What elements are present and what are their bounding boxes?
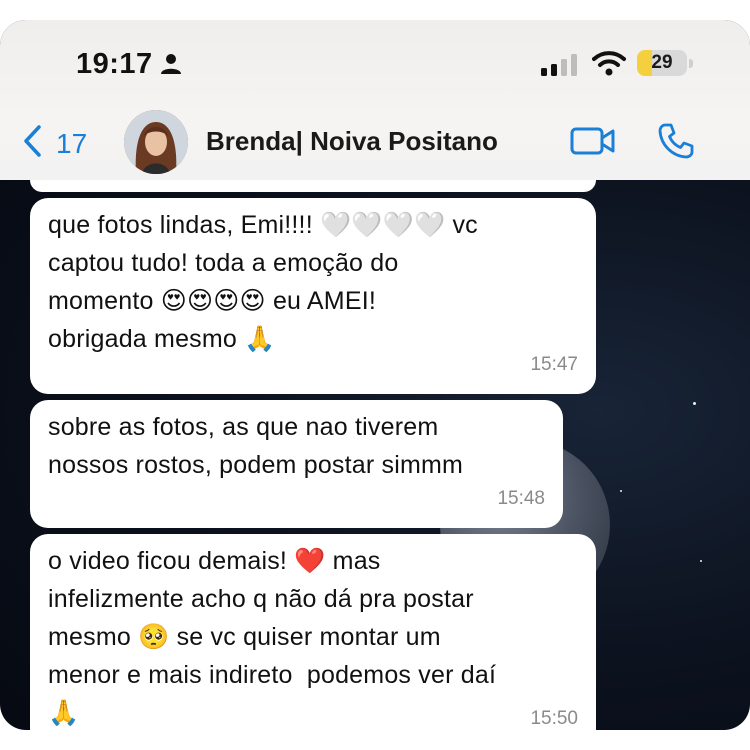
message-text: que fotos lindas, Emi!!!! 🤍🤍🤍🤍 vc captou… [48,211,478,353]
message-text: sobre as fotos, as que nao tiverem nosso… [48,413,464,479]
battery-level: 29 [651,52,673,73]
message-text: o video ficou demais! ❤️ mas infelizment… [48,547,497,727]
message-time: 15:50 [530,708,578,729]
chat-header: 19:17 29 17 Brenda| Noiva Positano [0,20,750,180]
message-bubble[interactable]: sobre as fotos, as que nao tiverem nosso… [30,400,563,528]
contact-name[interactable]: Brenda| Noiva Positano [206,126,498,157]
wallpaper-star [693,402,696,405]
unread-count: 17 [56,127,88,159]
message-time: 15:48 [497,488,545,509]
nav-bar: 17 Brenda| Noiva Positano [0,110,750,180]
cellular-signal-icon [541,54,579,81]
phone-call-icon[interactable] [657,122,695,165]
battery-tip [689,59,693,68]
back-button[interactable]: 17 [22,124,87,163]
wifi-icon [592,50,626,81]
status-bar: 19:17 29 [0,20,750,110]
message-time: 15:47 [530,354,578,375]
previous-message-edge [30,180,596,192]
chat-screen: 19:17 29 17 Brenda| Noiva Positano que f… [0,20,750,730]
wallpaper-star [620,490,622,492]
person-icon [160,53,182,80]
status-time: 19:17 [76,48,153,80]
message-bubble[interactable]: que fotos lindas, Emi!!!! 🤍🤍🤍🤍 vc captou… [30,198,596,394]
message-bubble[interactable]: o video ficou demais! ❤️ mas infelizment… [30,534,596,730]
battery-icon: 29 [637,50,687,76]
video-call-icon[interactable] [570,126,616,161]
chevron-left-icon [22,124,42,163]
avatar[interactable] [124,110,188,174]
wallpaper-star [700,560,702,562]
